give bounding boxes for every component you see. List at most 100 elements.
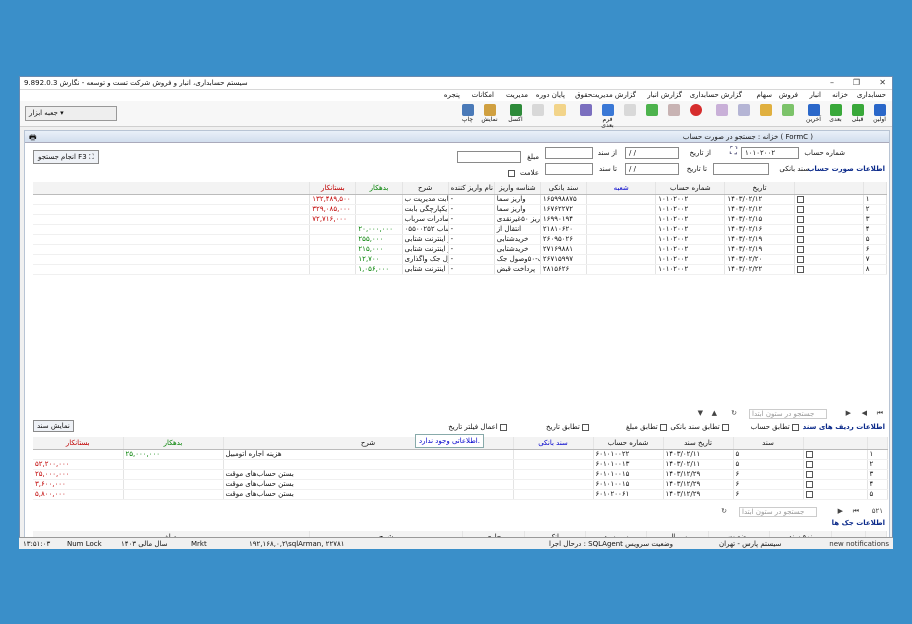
close-icon[interactable]: ✕	[879, 78, 886, 87]
edit-button[interactable]	[755, 102, 776, 126]
status-notifications[interactable]: new notifications	[829, 540, 889, 548]
row-checkbox[interactable]	[794, 254, 864, 265]
row-checkbox[interactable]	[803, 489, 868, 500]
menu-payroll[interactable]: حقوق	[575, 91, 592, 99]
filter-account[interactable]: تطابق حساب	[751, 423, 799, 431]
menu-inventory[interactable]: انبار	[809, 91, 821, 99]
table-row[interactable]: ۳۲۹,۰۸۵,۰۰۰ واریز سما-واریز غیر نقدی بابت…	[33, 204, 888, 215]
table-row[interactable]: ۱,۰۵۶,۰۰۰برداشت بابت پرداخت قبض از طریق …	[33, 264, 888, 275]
table-row[interactable]: ۱۳۲,۴۸۹,۵۰۰ واریز سما-واریز غیر نقدی رفیع…	[33, 194, 888, 205]
filter-amount[interactable]: تطابق مبلغ	[626, 423, 667, 431]
excel-button[interactable]: اکسل	[505, 102, 526, 126]
show-doc-button[interactable]: نمایش سند	[33, 420, 74, 432]
col-header[interactable]: شناسه واریز	[494, 182, 541, 195]
table-row[interactable]: ۲۰,۰۰۰,۰۰۰انتقال وجه از حساب -انتقال وجه…	[33, 224, 888, 235]
last-button[interactable]: آخرین	[803, 102, 824, 126]
table-row[interactable]: ۷۲,۷۱۶,۰۰۰ واریز غیرنقدی امیر ستوده جک رم…	[33, 214, 888, 225]
menu-period-end[interactable]: پایان دوره	[536, 91, 565, 99]
menu-accounting-report[interactable]: گزارش حسابداری	[690, 91, 742, 99]
menu-accounting[interactable]: حسابداری	[857, 91, 886, 99]
row-checkbox[interactable]	[803, 469, 868, 480]
table-row[interactable]: ۲۵۵,۰۰۰خرید از اینترنت شتابی-خریدشتابی۲۶…	[33, 234, 888, 245]
row-checkbox[interactable]	[794, 234, 864, 245]
toolbox-combo[interactable]: جعبه ابزار ▾	[25, 106, 117, 121]
col-header[interactable]: بدهکار	[355, 182, 403, 195]
from-doc-field[interactable]	[545, 147, 593, 159]
nav-first-icon[interactable]: ⏮	[877, 409, 883, 418]
col-header[interactable]: بستانکار	[33, 437, 124, 450]
settings-button[interactable]	[527, 102, 548, 126]
table-row[interactable]: ۲۱۵,۰۰۰خرید از اینترنت شتابی-خریدشتابی۲۷…	[33, 244, 888, 255]
col-header[interactable]: تاریخ سند	[663, 437, 734, 450]
col-header[interactable]: شماره حساب	[593, 437, 664, 450]
to-doc-field[interactable]	[545, 163, 593, 175]
refresh2-icon[interactable]: ↻	[721, 507, 727, 515]
col-header[interactable]: شرح	[402, 182, 449, 195]
row-checkbox[interactable]	[794, 224, 864, 235]
col-header[interactable]: تاریخ	[724, 182, 795, 195]
row-checkbox[interactable]	[794, 204, 864, 215]
filter-apply-date[interactable]: اعمال فیلتر تاریخ	[448, 423, 507, 431]
menu-sales[interactable]: فروش	[779, 91, 798, 99]
menu-shares[interactable]: سهام	[756, 91, 772, 99]
table-row[interactable]: ۵۲,۲۰۰,۰۰۰ ۶۰۱۰۱۰۰۱۳ ۱۴۰۳/۰۲/۱۱ ۵ ۲	[33, 459, 888, 470]
nav-next-icon[interactable]: ▶	[846, 409, 851, 417]
printer-icon[interactable]: 🖶	[29, 132, 37, 146]
filter-bank-doc[interactable]: تطابق سند بانکی	[670, 423, 729, 431]
col-header[interactable]: سند بانکی	[540, 182, 588, 195]
add-button[interactable]	[777, 102, 798, 126]
minimize-icon[interactable]: –	[830, 78, 834, 87]
col-header[interactable]: سند بانکی	[513, 437, 594, 450]
sign-checkbox[interactable]	[508, 169, 515, 177]
next-form-button[interactable]: فرم بعدی	[597, 102, 618, 129]
bank-doc-field[interactable]	[713, 163, 769, 175]
menu-treasury[interactable]: خزانه	[832, 91, 848, 99]
col-header[interactable]: شعبه	[586, 182, 657, 195]
nav-prev-icon[interactable]: ◀	[862, 409, 867, 417]
row-checkbox[interactable]	[794, 214, 864, 225]
move-down-icon[interactable]: ▼	[698, 409, 703, 417]
save-button[interactable]	[733, 102, 754, 126]
menu-inventory-report[interactable]: گزارش انبار	[647, 91, 682, 99]
menu-tools[interactable]: امکانات	[472, 91, 494, 99]
to-date-field[interactable]: / /	[625, 163, 679, 175]
menu-window[interactable]: پنجره	[444, 91, 460, 99]
chart-button[interactable]	[549, 102, 570, 126]
row-checkbox[interactable]	[803, 459, 868, 470]
search-button[interactable]	[711, 102, 732, 126]
table-row[interactable]: ۲۵,۰۰۰,۰۰۰ هزینه اجاره اتومبیل ۶۰۱۰۱۰۰۲۲ ۱۴…	[33, 449, 888, 460]
grid1-search-input[interactable]: جستجو در ستون ابتدا	[749, 409, 827, 419]
col-header[interactable]: شماره حساب	[655, 182, 726, 195]
users-button[interactable]	[575, 102, 596, 126]
col-header[interactable]: نام واریز کننده	[448, 182, 495, 195]
delete-button[interactable]	[685, 102, 706, 126]
nav2-next-icon[interactable]: ▶	[838, 507, 843, 515]
filter-date[interactable]: تطابق تاریخ	[546, 423, 589, 431]
from-date-field[interactable]: / /	[625, 147, 679, 159]
prev-button[interactable]: قبلی	[847, 102, 868, 126]
refresh-icon[interactable]: ↻	[731, 409, 737, 417]
binoculars-icon[interactable]: ⛶	[730, 146, 737, 157]
grid2-search-input[interactable]: جستجو در ستون ابتدا	[739, 507, 817, 517]
amount-field[interactable]	[457, 151, 521, 163]
table-row[interactable]: ۲۵,۰۰۰,۰۰۰ بستن حساب‌های موقت ۶۰۱۰۱۰۰۱۵ ۱۴۰…	[33, 469, 888, 480]
print-button[interactable]: چاپ	[457, 102, 478, 126]
account-field[interactable]: ۱۰۱۰۲۰۰۲	[741, 147, 799, 159]
row-checkbox[interactable]	[794, 194, 864, 205]
col-header[interactable]: سند	[733, 437, 804, 450]
confirm-button[interactable]	[641, 102, 662, 126]
menu-management-report[interactable]: گزارش مدیریت	[591, 91, 636, 99]
row-checkbox[interactable]	[794, 264, 864, 275]
row-checkbox[interactable]	[803, 449, 868, 460]
table-row[interactable]: ۵,۸۰۰,۰۰۰ بستن حساب‌های موقت ۶۰۱۰۲۰۰۶۱ ۱۴۰۳…	[33, 489, 888, 500]
search-button-f3[interactable]: انجام جستجو F3 ⛶	[33, 150, 99, 164]
table-row[interactable]: ۳,۶۰۰,۰۰۰ بستن حساب‌های موقت ۶۰۱۰۱۰۰۱۵ ۱۴۰۳…	[33, 479, 888, 490]
row-checkbox[interactable]	[794, 244, 864, 255]
next-button[interactable]: بعدی	[825, 102, 846, 126]
col-header[interactable]: بستانکار	[309, 182, 357, 195]
row-checkbox[interactable]	[803, 479, 868, 490]
menu-management[interactable]: مدیریت	[506, 91, 528, 99]
view-button[interactable]: نمایش	[479, 102, 500, 126]
attach-button[interactable]	[619, 102, 640, 126]
move-up-icon[interactable]: ▲	[712, 409, 717, 417]
